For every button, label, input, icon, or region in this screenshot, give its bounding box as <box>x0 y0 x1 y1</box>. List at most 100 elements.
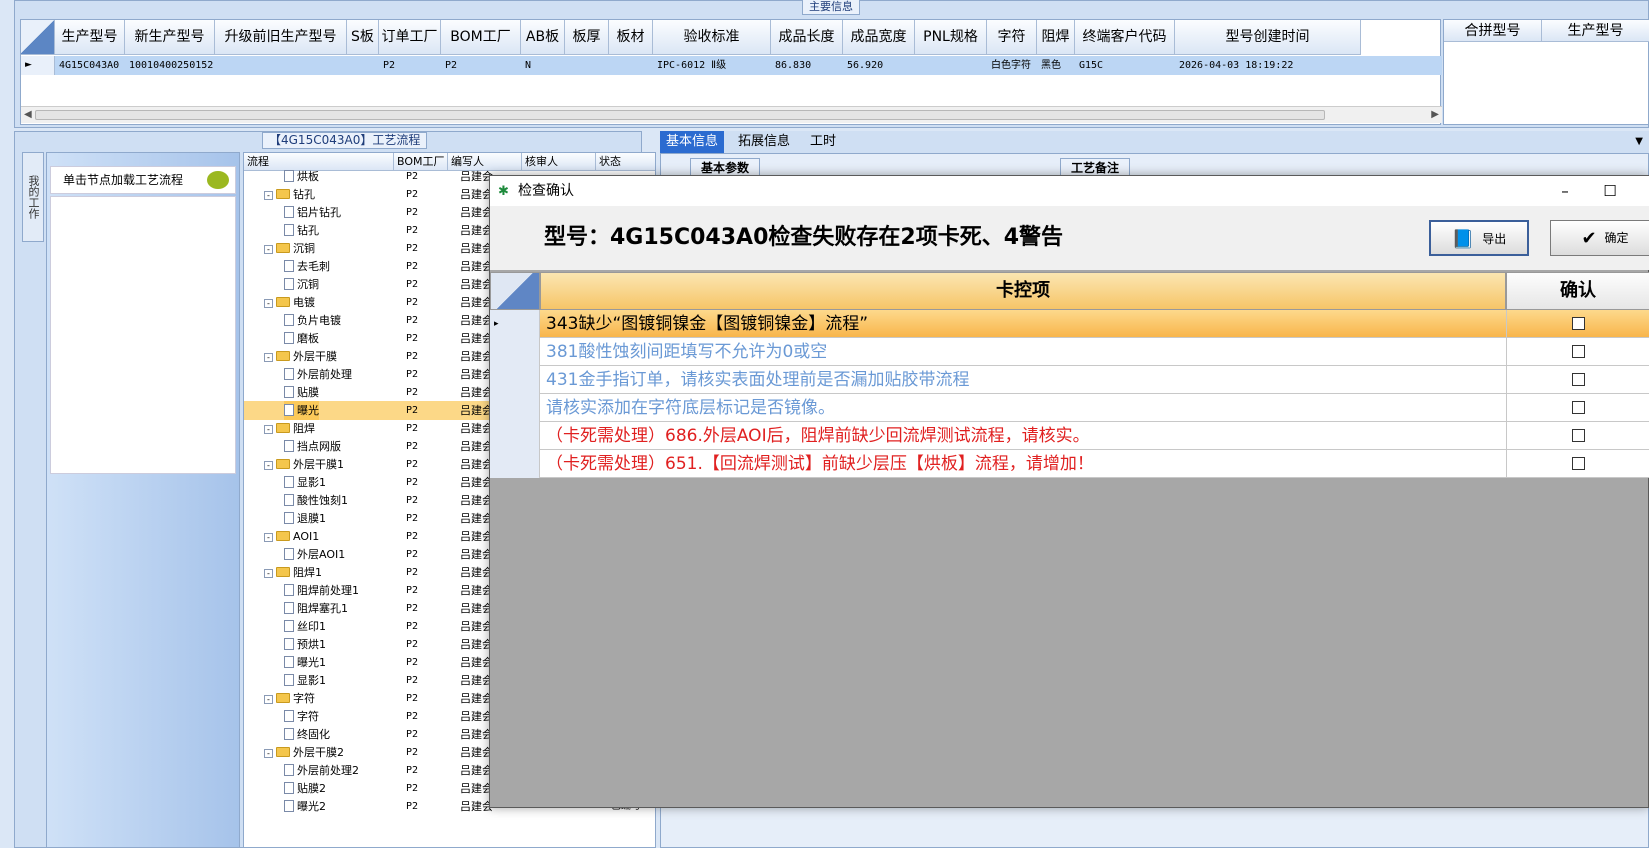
column-header[interactable]: S板 <box>347 20 379 55</box>
check-item-row[interactable]: ▸ 343缺少“图镀铜镍金【图镀铜镍金】流程” <box>490 310 1649 338</box>
minimize-icon[interactable]: – <box>1545 176 1585 206</box>
grid-corner <box>21 20 55 55</box>
check-item-row[interactable]: 431金手指订单，请核实表面处理前是否漏加贴胶带流程 <box>490 366 1649 394</box>
column-header[interactable]: 升级前旧生产型号 <box>215 20 347 55</box>
check-items-grid[interactable]: 卡控项 确认 ▸ 343缺少“图镀铜镍金【图镀铜镍金】流程” 381酸性蚀刻间距填写… <box>490 272 1649 478</box>
confirm-checkbox[interactable] <box>1572 345 1585 358</box>
tree-node-bom: P2 <box>406 639 419 650</box>
tab-basic-info[interactable]: 基本信息 <box>660 131 725 153</box>
tree-node-name: 预烘1 <box>284 635 326 654</box>
confirm-checkbox[interactable] <box>1572 457 1585 470</box>
main-info-grid[interactable]: 生产型号 新生产型号 升级前旧生产型号 S板 订单工厂 BOM工厂 AB板 板厚 板材 验收标准成… <box>20 19 1442 125</box>
tree-node-bom: P2 <box>406 369 419 380</box>
collapse-icon[interactable]: - <box>264 425 273 434</box>
column-header[interactable]: 字符 <box>987 20 1037 55</box>
tree-node-bom: P2 <box>406 225 419 236</box>
tab-extended-info[interactable]: 拓展信息 <box>732 131 796 153</box>
vertical-side-tab[interactable]: 我的工作 <box>22 152 44 242</box>
column-header[interactable]: 板厚 <box>565 20 609 55</box>
document-icon <box>284 602 294 614</box>
tree-node-bom: P2 <box>406 567 419 578</box>
dialog-titlebar[interactable]: ✱ 检查确认 – ☐ ✕ <box>490 176 1649 206</box>
tree-node-label: 电镀 <box>293 296 315 309</box>
confirm-checkbox[interactable] <box>1572 317 1585 330</box>
column-header[interactable]: 订单工厂 <box>379 20 441 55</box>
horizontal-scrollbar[interactable]: ◀ ▶ <box>21 106 1442 123</box>
collapse-icon[interactable]: - <box>264 569 273 578</box>
collapse-icon[interactable]: - <box>264 191 273 200</box>
tree-node-label: 外层干膜2 <box>293 746 344 759</box>
collapse-icon[interactable]: - <box>264 245 273 254</box>
column-header[interactable]: 成品长度 <box>771 20 843 55</box>
tree-node-bom: P2 <box>406 765 419 776</box>
check-item-text: 343缺少“图镀铜镍金【图镀铜镍金】流程” <box>546 314 869 334</box>
export-button[interactable]: 📘 导出 <box>1429 220 1529 256</box>
column-header[interactable]: PNL规格 <box>915 20 987 55</box>
dropdown-arrow-icon[interactable]: ▼ <box>1629 131 1649 153</box>
ok-button[interactable]: ✔ 确定 <box>1550 220 1649 256</box>
tree-node-name: 酸性蚀刻1 <box>284 491 348 510</box>
confirm-cell <box>1506 450 1649 478</box>
table-row[interactable]: ► 4G15C043A0 10010400250152 P2 P2 N IPC-6012 … <box>21 56 1442 75</box>
folder-icon <box>276 531 290 541</box>
merge-column-header[interactable]: 生产型号 <box>1542 20 1649 42</box>
tree-node-name: - 外层干膜 <box>264 347 337 366</box>
maximize-icon[interactable]: ☐ <box>1590 176 1630 206</box>
tree-node-label: 显影1 <box>297 674 326 687</box>
scroll-left-icon[interactable]: ◀ <box>24 109 32 120</box>
subtab-process-notes[interactable]: 工艺备注 <box>1060 158 1131 176</box>
tree-node-name: 钻孔 <box>284 221 319 240</box>
check-item-row[interactable]: 请核实添加在字符底层标记是否镜像。 <box>490 394 1649 422</box>
column-header[interactable]: 验收标准 <box>653 20 771 55</box>
table-cell: IPC-6012 Ⅱ级 <box>657 60 727 71</box>
collapse-icon[interactable]: - <box>264 353 273 362</box>
collapse-icon[interactable]: - <box>264 533 273 542</box>
checkmark-icon: ✔ <box>1581 228 1597 249</box>
column-header[interactable]: 阻焊 <box>1037 20 1075 55</box>
column-header[interactable]: 板材 <box>609 20 653 55</box>
merge-model-grid[interactable]: 合拼型号 生产型号 <box>1443 19 1649 125</box>
confirm-checkbox[interactable] <box>1572 373 1585 386</box>
load-flow-hint[interactable]: 单击节点加载工艺流程 <box>50 166 236 194</box>
folder-icon <box>276 351 290 361</box>
column-header[interactable]: 终端客户代码 <box>1075 20 1175 55</box>
load-hint-text: 单击节点加载工艺流程 <box>63 173 184 187</box>
tree-node-name: - 电镀 <box>264 293 315 312</box>
column-header[interactable]: 型号创建时间 <box>1175 20 1361 55</box>
collapse-icon[interactable]: - <box>264 749 273 758</box>
tab-work-hours[interactable]: 工时 <box>804 131 842 153</box>
check-item-row[interactable]: 381酸性蚀刻间距填写不允许为0或空 <box>490 338 1649 366</box>
collapse-icon[interactable]: - <box>264 695 273 704</box>
check-item-row[interactable]: （卡死需处理）651.【回流焊测试】前缺少层压【烘板】流程，请增加！ <box>490 450 1649 478</box>
column-header[interactable]: BOM工厂 <box>441 20 521 55</box>
column-header[interactable]: AB板 <box>521 20 565 55</box>
table-cell: P2 <box>383 60 396 71</box>
column-header-confirm[interactable]: 确认 <box>1506 272 1649 310</box>
table-cell: N <box>525 60 532 71</box>
tree-node-name: 退膜1 <box>284 509 326 528</box>
subtab-basic-params[interactable]: 基本参数 <box>690 158 761 176</box>
folder-icon <box>276 567 290 577</box>
tree-node-bom: P2 <box>406 459 419 470</box>
document-icon <box>284 782 294 794</box>
flow-list-area[interactable] <box>50 196 236 474</box>
column-header[interactable]: 生产型号 <box>55 20 125 55</box>
right-tab-strip: 基本信息 拓展信息 工时 ▼ <box>660 131 1649 153</box>
tree-node-label: 阻焊 <box>293 422 315 435</box>
tree-node-label: 贴膜2 <box>297 782 326 795</box>
collapse-icon[interactable]: - <box>264 299 273 308</box>
scrollbar-thumb[interactable] <box>35 110 1325 120</box>
main-info-tab[interactable]: 主要信息 <box>802 0 860 15</box>
check-item-row[interactable]: （卡死需处理）686.外层AOI后，阻焊前缺少回流焊测试流程，请核实。 <box>490 422 1649 450</box>
tree-node-bom: P2 <box>406 261 419 272</box>
tree-node-name: - 沉铜 <box>264 239 315 258</box>
close-icon[interactable]: ✕ <box>1635 176 1649 206</box>
confirm-checkbox[interactable] <box>1572 429 1585 442</box>
scroll-right-icon[interactable]: ▶ <box>1431 109 1439 120</box>
column-header[interactable]: 成品宽度 <box>843 20 915 55</box>
column-header[interactable]: 新生产型号 <box>125 20 215 55</box>
collapse-icon[interactable]: - <box>264 461 273 470</box>
column-header-item[interactable]: 卡控项 <box>540 272 1506 310</box>
confirm-checkbox[interactable] <box>1572 401 1585 414</box>
merge-column-header[interactable]: 合拼型号 <box>1444 20 1542 42</box>
